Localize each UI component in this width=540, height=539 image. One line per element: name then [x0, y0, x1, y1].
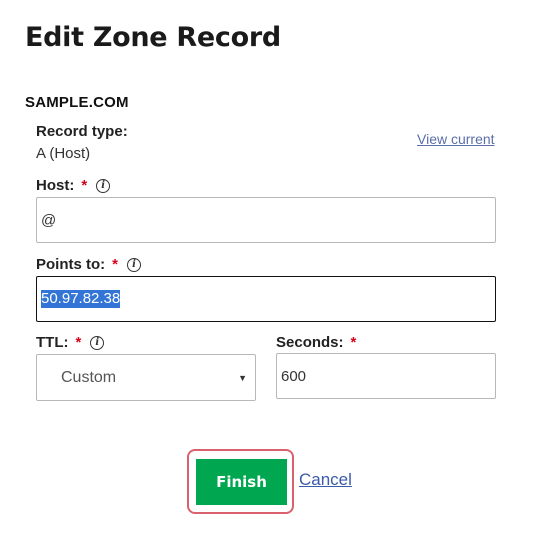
finish-button[interactable]: Finish — [196, 459, 287, 505]
host-input[interactable]: @ — [36, 197, 496, 243]
host-required-mark: * — [81, 177, 88, 194]
ttl-label: TTL: * i — [36, 334, 105, 351]
ttl-label-text: TTL: — [36, 334, 69, 351]
points-to-input-value: 50.97.82.38 — [41, 290, 121, 308]
host-info-icon[interactable]: i — [96, 178, 111, 193]
seconds-label-text: Seconds: — [276, 334, 344, 351]
host-input-value: @ — [41, 211, 57, 229]
ttl-selected-value: Custom — [61, 368, 117, 386]
points-to-input[interactable]: 50.97.82.38 — [36, 276, 496, 322]
host-label-text: Host: — [36, 177, 75, 194]
ttl-info-icon[interactable]: i — [90, 335, 105, 350]
record-type-label-text: Record type: — [36, 123, 128, 140]
points-to-required-mark: * — [112, 256, 118, 273]
ttl-select[interactable]: Custom ▼ — [36, 354, 256, 401]
seconds-input[interactable]: 600 — [276, 353, 496, 399]
host-label: Host: * i — [36, 177, 111, 194]
seconds-label: Seconds: * — [276, 334, 356, 351]
record-type-value: A (Host) — [36, 145, 91, 162]
seconds-input-value: 600 — [281, 367, 307, 385]
seconds-required-mark: * — [350, 334, 357, 351]
page-title: Edit Zone Record — [25, 22, 281, 53]
domain-name: SAMPLE.COM — [25, 94, 129, 111]
record-type-label: Record type: — [36, 123, 128, 140]
points-to-label-text: Points to: — [36, 256, 106, 273]
ttl-required-mark: * — [75, 334, 82, 351]
chevron-down-icon: ▼ — [238, 373, 247, 383]
points-to-label: Points to: * i — [36, 256, 141, 273]
view-current-link[interactable]: View current — [417, 131, 495, 147]
cancel-link[interactable]: Cancel — [299, 470, 352, 490]
points-to-info-icon[interactable]: i — [127, 257, 141, 272]
